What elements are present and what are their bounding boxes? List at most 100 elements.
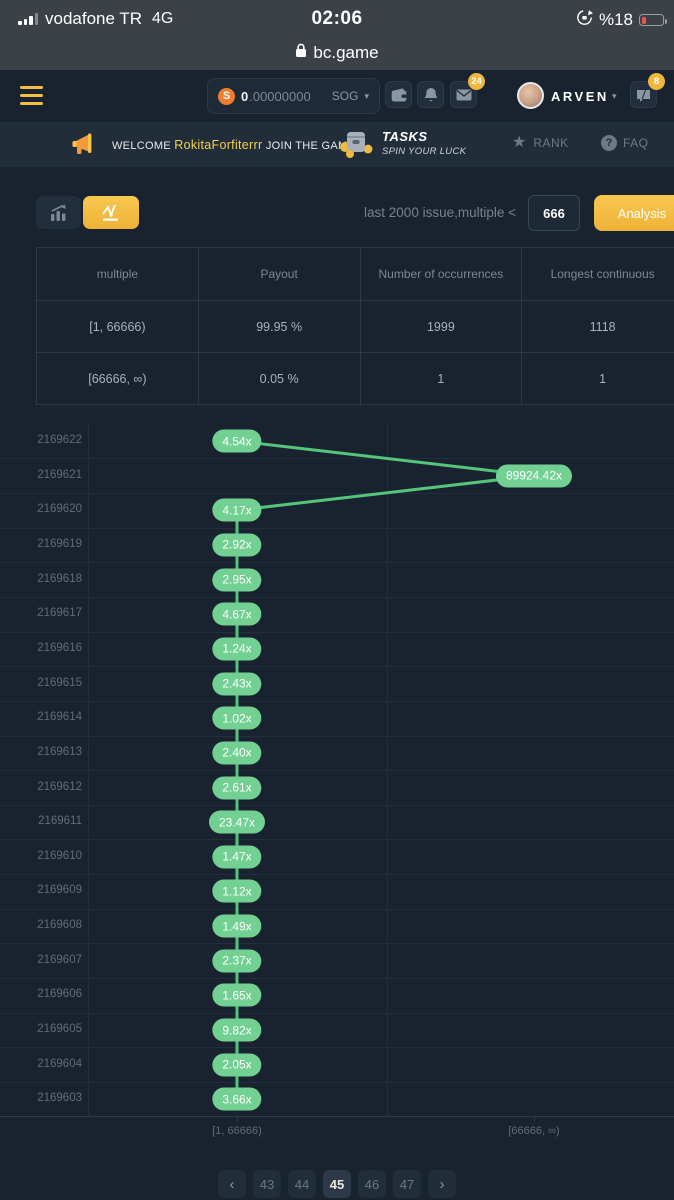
star-icon: ★ [512,135,526,151]
issue-number-label: 2169608 [8,919,82,931]
table-cell: 1118 [522,301,674,353]
gridline [0,1082,674,1083]
faq-link[interactable]: ? FAQ [601,135,649,151]
chart-pill: 1.24x [212,637,261,660]
gridline [0,874,674,875]
gridline [0,632,674,633]
chart-pill: 23.47x [209,811,265,834]
issue-number-label: 2169604 [8,1058,82,1070]
stats-column-header: multiple [37,248,199,301]
line-chart-toggle[interactable] [83,196,139,229]
line-chart-icon [100,204,122,222]
issue-number-label: 2169615 [8,677,82,689]
table-cell: [1, 66666) [37,301,199,353]
tasks-chest-icon[interactable] [338,129,374,164]
gridline [0,839,674,840]
multiple-filter-input[interactable] [528,195,580,231]
stats-header-row: multiplePayoutNumber of occurrencesLonge… [37,248,674,301]
stats-column-header: Longest continuous [522,248,674,301]
filter-label: last 2000 issue,multiple < [364,205,516,220]
chart-pill: 1.47x [212,845,261,868]
app-header: S 0 .00000000 SOG ▾ 24 ARVEN ▾ 8 [0,70,674,122]
issue-number-label: 2169619 [8,538,82,550]
chart-pill: 2.61x [212,776,261,799]
balance-selector[interactable]: S 0 .00000000 SOG ▾ [207,78,380,114]
page-button-44[interactable]: 44 [288,1170,316,1198]
currency-label: SOG [332,89,359,103]
gridline [0,701,674,702]
issue-number-label: 2169606 [8,988,82,1000]
bar-chart-toggle[interactable] [36,196,81,229]
table-row: [66666, ∞)0.05 %11 [37,353,674,405]
gridline [0,770,674,771]
issue-number-label: 2169618 [8,573,82,585]
menu-icon[interactable] [20,86,43,105]
issue-number-label: 2169616 [8,642,82,654]
gridline [0,736,674,737]
stats-table: multiplePayoutNumber of occurrencesLonge… [36,247,674,405]
page-button-46[interactable]: 46 [358,1170,386,1198]
chart-pill: 4.67x [212,603,261,626]
chart-pill: 2.40x [212,741,261,764]
chat-icon [636,88,651,102]
gridline [0,1013,674,1014]
issue-number-label: 2169614 [8,711,82,723]
ssl-lock-icon [295,43,307,63]
issue-number-label: 2169605 [8,1023,82,1035]
gridline [0,943,674,944]
gridline [387,423,388,1116]
bell-icon [424,87,438,103]
table-cell: 1 [522,353,674,405]
wallet-icon [391,88,407,102]
chart-pill: 1.49x [212,915,261,938]
gridline [0,528,674,529]
chart-pill: 1.12x [212,880,261,903]
username-label[interactable]: ARVEN [551,89,609,104]
axis-tick [237,1116,238,1121]
issue-number-label: 2169612 [8,781,82,793]
chart-pill: 2.43x [212,672,261,695]
gridline [0,458,674,459]
next-page-button[interactable]: › [428,1170,456,1198]
issue-number-label: 2169611 [8,815,82,827]
chart-pill: 2.37x [212,949,261,972]
gridline [0,597,674,598]
tasks-link[interactable]: TASKS SPIN YOUR LUCK [382,129,466,157]
gridline [0,666,674,667]
wallet-button[interactable] [385,81,412,108]
prev-page-button[interactable]: ‹ [218,1170,246,1198]
chat-badge: 8 [648,73,665,90]
chart-pill: 4.54x [212,430,261,453]
issue-number-label: 2169603 [8,1092,82,1104]
table-cell: 1 [360,353,522,405]
chart-controls: last 2000 issue,multiple < Analysis [0,196,674,230]
mail-badge: 24 [468,73,485,90]
issue-number-label: 2169613 [8,746,82,758]
x-axis-category-label: [66666, ∞) [464,1125,604,1137]
stats-column-header: Payout [198,248,360,301]
sog-coin-icon: S [218,88,235,105]
table-row: [1, 66666)99.95 %19991118 [37,301,674,353]
table-cell: 0.05 % [198,353,360,405]
chat-button[interactable]: 8 [630,81,657,108]
rank-label: RANK [533,136,568,150]
tasks-subtitle: SPIN YOUR LUCK [382,146,466,157]
gridline [0,805,674,806]
x-axis-category-label: [1, 66666) [167,1125,307,1137]
address-bar-url[interactable]: bc.game [313,43,378,63]
mail-button[interactable]: 24 [450,81,477,108]
status-bar: vodafone TR 4G 02:06 %18 bc.game [0,0,674,70]
avatar[interactable] [517,82,544,109]
analysis-button[interactable]: Analysis [594,195,674,231]
chart-pill: 9.82x [212,1019,261,1042]
screen: vodafone TR 4G 02:06 %18 bc.game [0,0,674,1200]
page-button-45[interactable]: 45 [323,1170,351,1198]
page-button-43[interactable]: 43 [253,1170,281,1198]
page-button-47[interactable]: 47 [393,1170,421,1198]
gridline [88,423,89,1116]
chart-pill: 3.66x [212,1088,261,1111]
notifications-button[interactable] [417,81,444,108]
welcome-message: WELCOME RokitaForfiterrr JOIN THE GAME [112,138,355,152]
megaphone-icon [72,133,98,161]
rank-link[interactable]: ★ RANK [512,135,569,151]
